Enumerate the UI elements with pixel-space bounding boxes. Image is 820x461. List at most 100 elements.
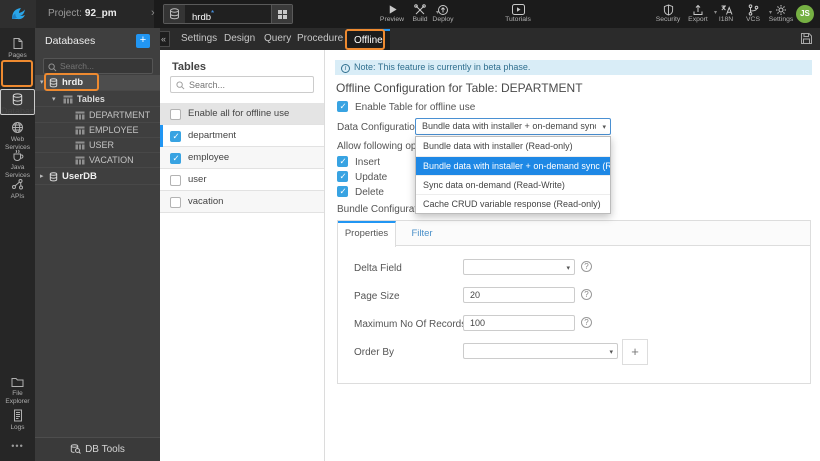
sidebar-item-java-services[interactable]: Java Services — [0, 149, 35, 179]
tab-query[interactable]: Query — [264, 28, 291, 50]
search-icon — [48, 63, 57, 72]
employee-checkbox[interactable] — [170, 153, 181, 164]
sidebar-item-apis[interactable]: APIs — [0, 178, 35, 201]
security-button[interactable]: Security — [651, 3, 685, 26]
video-icon — [501, 3, 535, 16]
sidebar-item-web-services[interactable]: Web Services — [0, 121, 35, 151]
db-search-input[interactable] — [60, 59, 150, 73]
page-size-help-icon[interactable]: ? — [581, 289, 592, 300]
tables-search-box[interactable] — [170, 76, 314, 93]
table-row-employee[interactable]: employee — [160, 147, 324, 169]
settings-button[interactable]: ▾ Settings — [764, 3, 800, 26]
dropdown-option-selected[interactable]: Bundle data with installer + on-demand s… — [416, 156, 610, 175]
sidebar-item-databases[interactable]: Databases — [0, 89, 44, 115]
editor-tab-bar: « Settings Design Query Procedure Offlin… — [157, 28, 820, 50]
delta-field-help-icon[interactable]: ? — [581, 261, 592, 272]
select-caret-icon: ▾ — [566, 265, 570, 272]
order-by-select[interactable]: ▾ — [463, 343, 618, 359]
db-tools-button[interactable]: DB Tools — [35, 437, 160, 461]
delta-field-label: Delta Field — [354, 263, 402, 274]
database-icon — [49, 172, 58, 182]
sidebar-item-file-explorer[interactable]: File Explorer — [0, 376, 35, 405]
tree-group-label: Tables — [77, 94, 105, 104]
tutorials-button[interactable]: Tutorials — [501, 3, 535, 26]
api-nodes-icon — [12, 179, 23, 190]
chevron-down-icon[interactable]: ▾ — [52, 95, 56, 103]
data-configuration-select[interactable]: Bundle data with installer + on-demand s… — [415, 118, 611, 135]
update-checkbox[interactable] — [337, 171, 348, 182]
tab-properties[interactable]: Properties — [338, 221, 396, 247]
tab-offline[interactable]: Offline — [347, 29, 390, 50]
tree-item-hrdb[interactable]: ▾ hrdb — [35, 75, 160, 91]
search-icon — [176, 81, 185, 90]
more-options-icon[interactable]: ••• — [0, 442, 35, 451]
unsaved-indicator: * — [211, 9, 215, 18]
db-search-box[interactable] — [43, 58, 153, 74]
dropdown-option[interactable]: Sync data on-demand (Read-Write) — [416, 175, 610, 194]
insert-label: Insert — [355, 157, 381, 168]
page-size-input[interactable] — [463, 287, 575, 303]
database-icon — [12, 93, 23, 106]
tree-group-tables[interactable]: ▾ Tables — [35, 92, 160, 107]
table-row-vacation[interactable]: vacation — [160, 191, 324, 213]
enable-all-label: Enable all for offline use — [188, 108, 290, 119]
max-records-help-icon[interactable]: ? — [581, 317, 592, 328]
gear-icon: ▾ — [764, 3, 800, 16]
coffee-cup-icon — [13, 149, 24, 161]
add-database-button[interactable]: + — [136, 34, 150, 48]
delete-label: Delete — [355, 187, 384, 198]
table-row-user[interactable]: user — [160, 169, 324, 191]
tree-item-label: USER — [89, 140, 115, 150]
dropdown-option[interactable]: Bundle data with installer (Read-only) — [416, 137, 610, 156]
dropdown-option[interactable]: Cache CRUD variable response (Read-only) — [416, 194, 610, 213]
sidebar-item-pages[interactable]: Pages — [0, 37, 35, 60]
user-checkbox[interactable] — [170, 175, 181, 186]
deploy-button[interactable]: Deploy — [426, 3, 460, 26]
tab-settings[interactable]: Settings — [181, 28, 217, 50]
data-configuration-dropdown-menu: Bundle data with installer (Read-only) B… — [415, 136, 611, 214]
table-row-department[interactable]: department — [160, 125, 324, 147]
wavemaker-logo[interactable] — [0, 0, 36, 28]
max-records-label: Maximum No Of Records — [354, 319, 467, 330]
chevron-down-icon[interactable]: ▾ — [40, 78, 44, 86]
database-icon — [164, 5, 185, 23]
table-row-label: department — [188, 130, 237, 141]
enable-table-checkbox[interactable] — [337, 101, 348, 112]
database-icon — [49, 78, 58, 88]
insert-checkbox[interactable] — [337, 156, 348, 167]
db-selector[interactable]: hrdb* — [163, 4, 293, 24]
tables-search-input[interactable] — [189, 78, 309, 91]
tree-item-user[interactable]: USER — [35, 138, 160, 153]
tree-item-department[interactable]: DEPARTMENT — [35, 108, 160, 123]
info-icon: i — [341, 64, 350, 73]
save-icon[interactable] — [800, 32, 813, 50]
table-row-label: user — [188, 174, 207, 185]
db-tools-icon — [70, 444, 81, 454]
tree-item-userdb[interactable]: ▸ UserDB — [35, 168, 160, 185]
enable-all-row[interactable]: Enable all for offline use — [160, 103, 324, 125]
grid-view-icon[interactable] — [271, 5, 292, 23]
app-window: Project: 92_pm › hrdb* Preview ▾ Build De… — [0, 0, 820, 461]
department-checkbox[interactable] — [170, 131, 181, 142]
tree-item-vacation[interactable]: VACATION — [35, 153, 160, 168]
add-order-by-button[interactable]: + — [622, 339, 648, 365]
table-icon — [75, 156, 85, 165]
beta-note-banner: i Note: This feature is currently in beta… — [335, 60, 812, 75]
tab-procedure[interactable]: Procedure — [297, 28, 343, 50]
chevron-right-icon[interactable]: ▸ — [40, 172, 44, 180]
user-avatar[interactable]: JS — [796, 5, 814, 23]
tab-design[interactable]: Design — [224, 28, 255, 50]
table-icon — [63, 95, 73, 104]
tree-item-label: UserDB — [62, 171, 97, 182]
bundle-configuration-panel: Properties Filter Delta Field ▾ ? Page S… — [337, 220, 811, 384]
logo-icon — [12, 8, 25, 20]
sidebar-item-logs[interactable]: Logs — [0, 409, 35, 432]
delta-field-select[interactable]: ▾ — [463, 259, 575, 275]
delete-checkbox[interactable] — [337, 186, 348, 197]
tree-item-employee[interactable]: EMPLOYEE — [35, 123, 160, 138]
enable-all-checkbox[interactable] — [170, 109, 181, 120]
tab-filter[interactable]: Filter — [396, 221, 448, 246]
vacation-checkbox[interactable] — [170, 197, 181, 208]
max-records-input[interactable] — [463, 315, 575, 331]
tree-item-label: EMPLOYEE — [89, 125, 139, 135]
